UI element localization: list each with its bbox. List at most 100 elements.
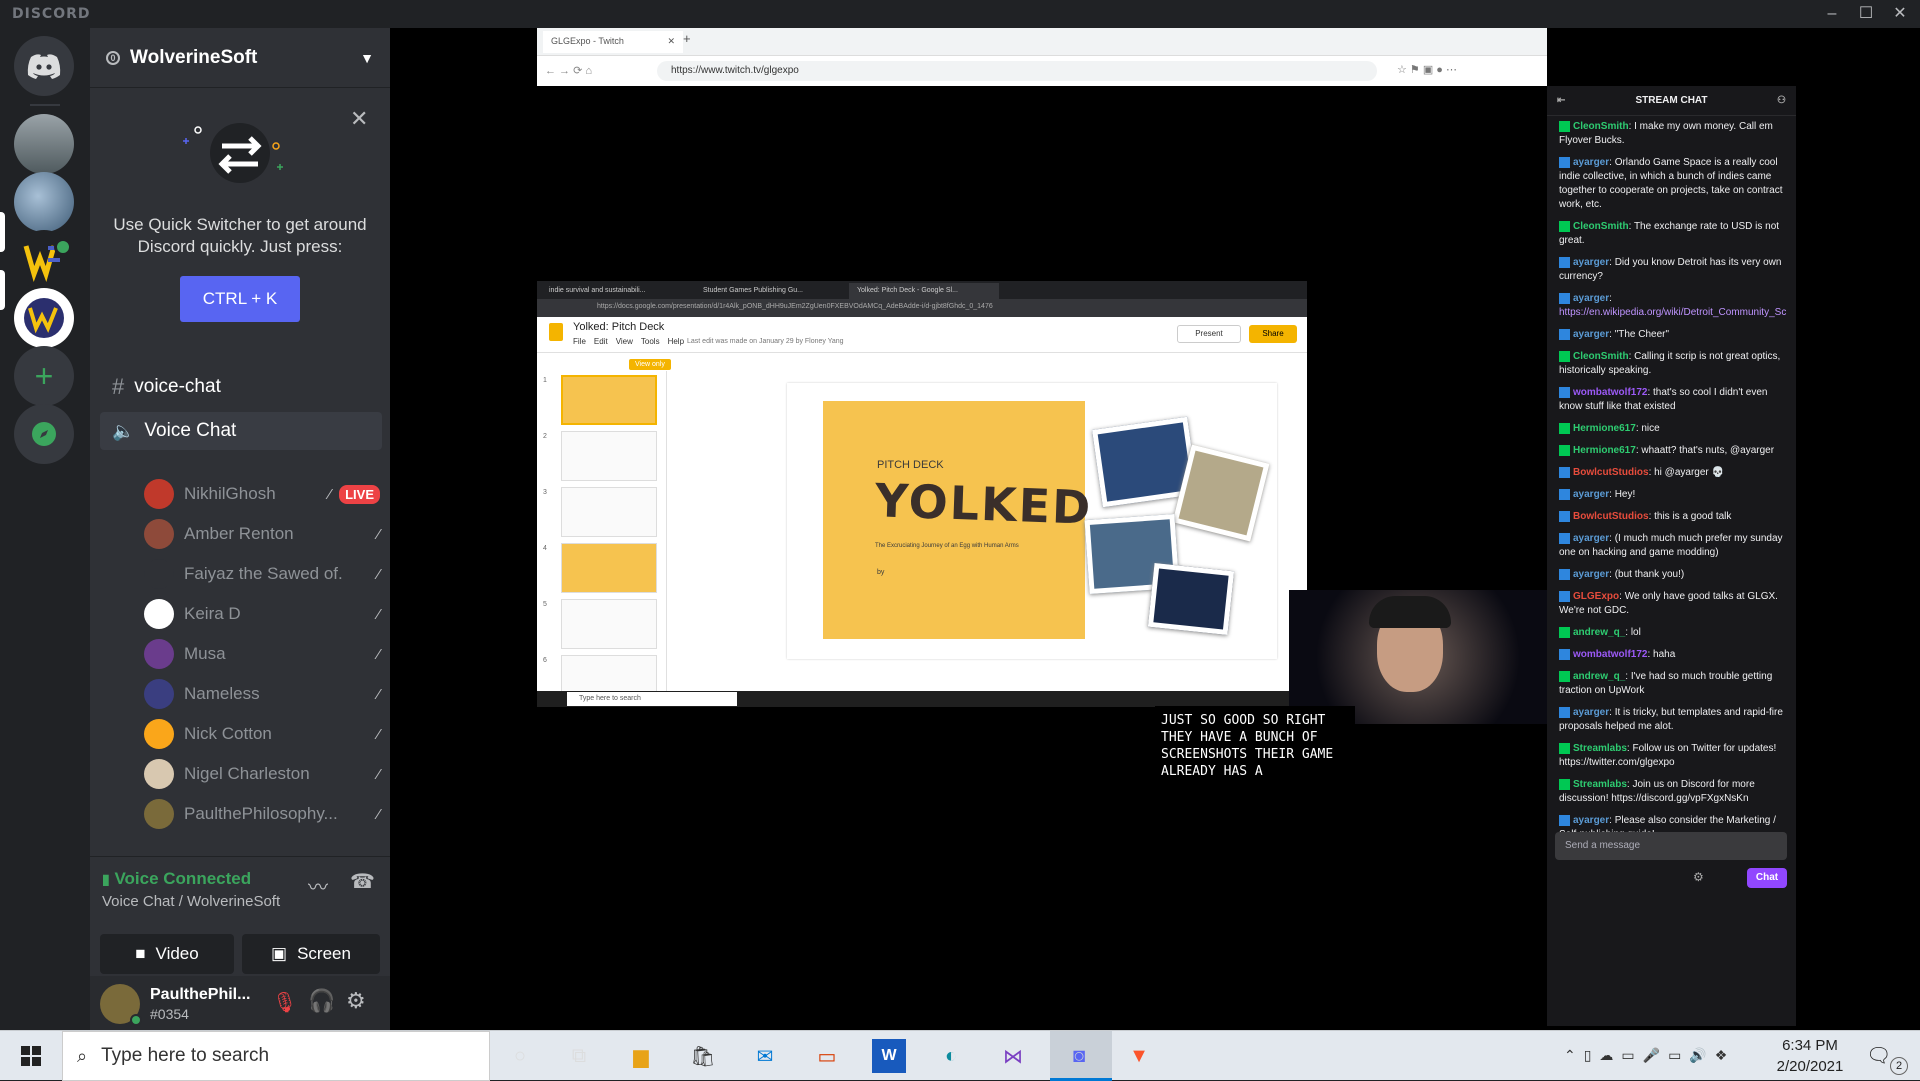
chat-username[interactable]: ayarger <box>1573 329 1609 340</box>
voice-user-row[interactable]: Nigel Charleston ⁄ <box>144 756 380 792</box>
store-icon[interactable]: 🛍 <box>686 1039 720 1073</box>
chat-username[interactable]: Streamlabs <box>1573 743 1627 754</box>
address-bar[interactable]: https://www.twitch.tv/glgexpo <box>657 61 1377 81</box>
cortana-icon[interactable]: ○ <box>503 1039 537 1073</box>
chat-username[interactable]: ayarger <box>1573 157 1609 168</box>
chat-username[interactable]: CleonSmith <box>1573 351 1629 362</box>
collapse-icon[interactable]: ⇤ <box>1557 86 1565 116</box>
taskbar-search[interactable]: ⌕ Type here to search <box>62 1031 490 1081</box>
back-icon[interactable]: ← → ⟳ ⌂ <box>545 64 592 77</box>
server-header[interactable]: 0 WolverineSoft ▼ <box>90 28 390 88</box>
voice-user-row[interactable]: Nameless ⁄ <box>144 676 380 712</box>
chat-username[interactable]: wombatwolf172 <box>1573 649 1647 660</box>
windows-start-icon[interactable] <box>14 1039 48 1073</box>
user-badge-icon <box>1559 328 1570 340</box>
office-icon[interactable]: ▭ <box>810 1039 844 1073</box>
chat-message: BowlcutStudios: hi @ayarger 💀 <box>1559 466 1787 480</box>
chevron-down-icon: ▼ <box>360 49 374 66</box>
add-server-button[interactable]: + <box>14 346 74 406</box>
discord-taskbar-icon[interactable]: ◙ <box>1062 1039 1096 1073</box>
user-panel: PaulthePhil... #0354 🎙 🎧 ⚙ <box>90 976 390 1030</box>
chat-username[interactable]: andrew_q_ <box>1573 671 1625 682</box>
chat-message: andrew_q_: lol <box>1559 626 1787 640</box>
new-tab-button[interactable]: + <box>683 31 691 46</box>
voice-user-row[interactable]: Faiyaz the Sawed of... ⁄ <box>144 556 380 592</box>
screen-share-button[interactable]: ▣ Screen <box>242 934 380 974</box>
server-icon-2[interactable] <box>14 172 74 232</box>
chat-send-button[interactable]: Chat <box>1747 868 1787 888</box>
video-button[interactable]: ■ Video <box>100 934 234 974</box>
voice-user-row[interactable]: Nick Cotton ⁄ <box>144 716 380 752</box>
explore-servers-button[interactable] <box>14 404 74 464</box>
file-explorer-icon[interactable]: ▆ <box>624 1039 658 1073</box>
deafened-icon: ⁄ <box>377 805 380 823</box>
disconnect-icon[interactable]: ☎ <box>350 869 375 894</box>
server-list: + <box>0 28 90 1030</box>
channel-voice-chat-text[interactable]: # voice-chat <box>100 368 382 406</box>
status-dot <box>130 1014 142 1026</box>
gear-icon[interactable]: ⚙ <box>346 988 366 1014</box>
server-name: WolverineSoft <box>130 46 258 68</box>
twitch-video-player[interactable]: indie survival and sustainabili... Studen… <box>537 86 1547 786</box>
user-badge-icon <box>1559 292 1570 304</box>
gear-icon[interactable]: ⚙ <box>1693 870 1704 884</box>
chat-username[interactable]: ayarger <box>1573 293 1609 304</box>
voice-user-row[interactable]: Keira D ⁄ <box>144 596 380 632</box>
voice-user-row[interactable]: PaulthePhilosophy... ⁄ <box>144 796 380 832</box>
quick-switcher-shortcut[interactable]: CTRL + K <box>180 276 300 322</box>
user-badge-icon <box>1559 488 1570 500</box>
home-button[interactable] <box>14 36 74 96</box>
server-icon-wolverinesoft[interactable] <box>14 288 74 348</box>
brave-icon[interactable]: ▼ <box>1122 1039 1156 1073</box>
voice-user-row[interactable]: Musa ⁄ <box>144 636 380 672</box>
chat-username[interactable]: CleonSmith <box>1573 221 1629 232</box>
voice-user-row[interactable]: NikhilGhosh ⁄ LIVE <box>144 476 380 512</box>
chat-username[interactable]: BowlcutStudios <box>1573 467 1649 478</box>
slide-subtitle: The Excruciating Journey of an Egg with … <box>875 543 1019 549</box>
browser-extension-icons[interactable]: ☆ ⚑ ▣ ● ⋯ <box>1397 63 1457 76</box>
voice-user-name: Nameless <box>184 684 260 703</box>
voice-user-row[interactable]: Amber Renton ⁄ <box>144 516 380 552</box>
word-icon[interactable]: W <box>872 1039 906 1073</box>
chat-username[interactable]: ayarger <box>1573 569 1609 580</box>
chat-username[interactable]: andrew_q_ <box>1573 627 1625 638</box>
chat-username[interactable]: ayarger <box>1573 533 1609 544</box>
channel-voice-chat[interactable]: 🔈 Voice Chat <box>100 412 382 450</box>
user-badge-icon <box>1559 814 1570 826</box>
system-tray-icons[interactable]: ⌃▯☁▭🎤▭🔊❖ <box>1564 1047 1735 1064</box>
avatar <box>144 479 174 509</box>
browser-tab[interactable]: GLGExpo - Twitch ✕ <box>543 31 683 53</box>
chat-username[interactable]: ayarger <box>1573 707 1609 718</box>
clock[interactable]: 6:34 PM 2/20/2021 <box>1770 1037 1850 1075</box>
chat-username[interactable]: GLGExpo <box>1573 591 1619 602</box>
chat-username[interactable]: BowlcutStudios <box>1573 511 1649 522</box>
chat-username[interactable]: Hermione617 <box>1573 445 1636 456</box>
noise-suppression-icon[interactable]: 〰 <box>308 871 328 900</box>
inner-taskbar: Type here to search <box>537 691 1307 707</box>
headphones-icon[interactable]: 🎧 <box>308 988 335 1014</box>
quick-switcher-text: Use Quick Switcher to get around Discord… <box>113 215 367 256</box>
chat-username[interactable]: Streamlabs <box>1573 779 1627 790</box>
chat-username[interactable]: Hermione617 <box>1573 423 1636 434</box>
slide-thumbnail <box>561 375 657 425</box>
chat-username[interactable]: CleonSmith <box>1573 121 1629 132</box>
chat-username[interactable]: ayarger <box>1573 815 1609 826</box>
mail-icon[interactable]: ✉ <box>748 1039 782 1073</box>
chat-username[interactable]: ayarger <box>1573 489 1609 500</box>
microphone-muted-icon[interactable]: 🎙 <box>272 990 297 1015</box>
chat-input[interactable]: Send a message <box>1555 832 1787 860</box>
visual-studio-icon[interactable]: ⋈ <box>996 1039 1030 1073</box>
chat-text: Hey! <box>1614 489 1636 500</box>
close-icon[interactable]: ✕ <box>667 36 675 47</box>
task-view-icon[interactable]: ⧉ <box>562 1039 596 1073</box>
users-icon[interactable]: ⚇ <box>1777 86 1786 116</box>
chat-username[interactable]: wombatwolf172 <box>1573 387 1647 398</box>
close-icon[interactable]: ✕ <box>350 106 368 132</box>
server-icon-1[interactable] <box>14 114 74 174</box>
close-window-button[interactable]: ✕ <box>1880 2 1920 26</box>
chat-username[interactable]: ayarger <box>1573 257 1609 268</box>
chat-message: andrew_q_: I've had so much trouble gett… <box>1559 670 1773 696</box>
notifications-icon[interactable]: 🗨 <box>1866 1043 1891 1068</box>
edge-icon[interactable]: ◐ <box>934 1039 968 1073</box>
doc-title: Yolked: Pitch Deck <box>573 321 665 333</box>
